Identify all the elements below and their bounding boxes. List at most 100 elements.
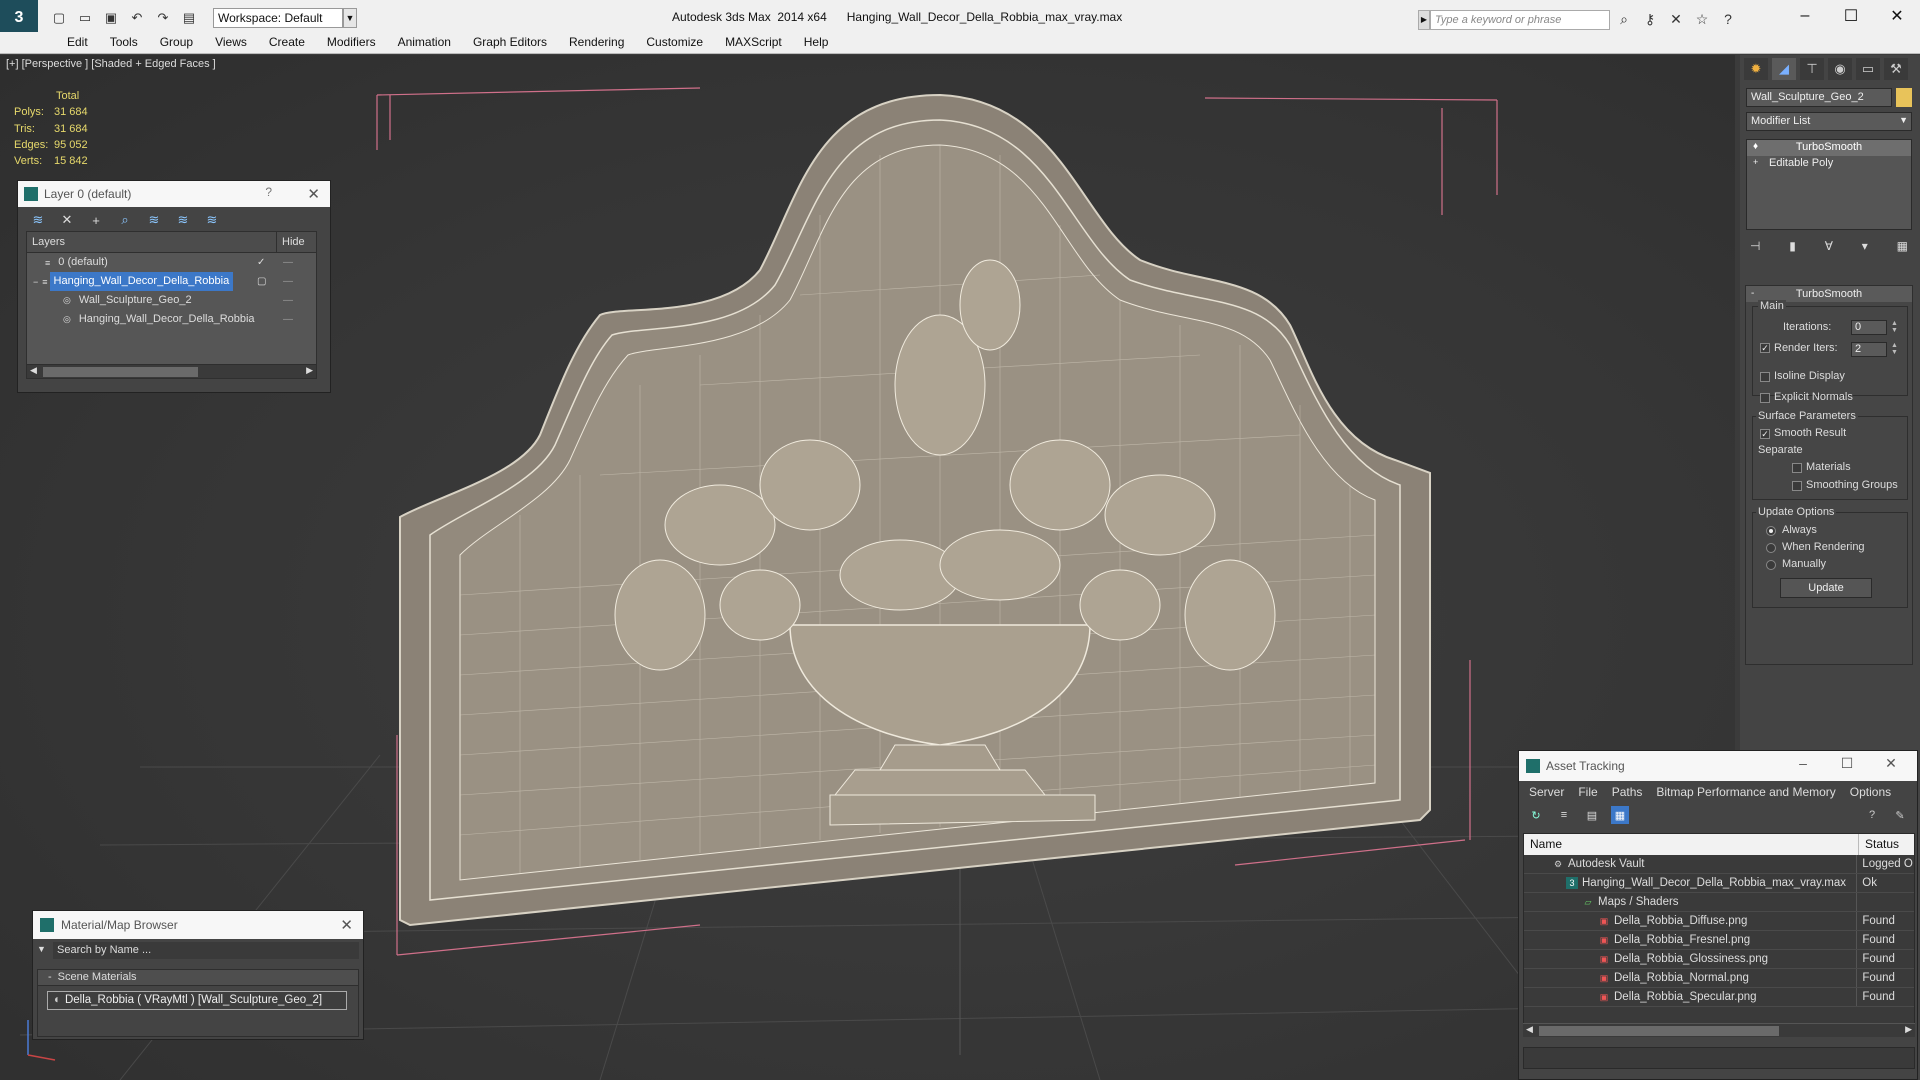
motion-tab-icon[interactable]: ◉ (1828, 58, 1852, 80)
object-color-swatch[interactable] (1896, 88, 1912, 107)
asset-tracking-titlebar[interactable]: Asset Tracking – ☐ ✕ (1519, 751, 1917, 781)
maximize-icon[interactable]: ☐ (1828, 0, 1874, 32)
hide-toggle[interactable]: — (283, 257, 293, 268)
menu-customize[interactable]: Customize (635, 32, 714, 53)
current-layer-box-icon[interactable]: ▢ (257, 276, 266, 287)
table-row[interactable]: ▱ Maps / Shaders (1524, 893, 1914, 912)
scroll-left-icon[interactable]: ◀ (30, 365, 37, 376)
help-icon[interactable]: ? (265, 185, 272, 199)
iterations-spinner[interactable]: 0 (1851, 320, 1887, 335)
column-name[interactable]: Name (1524, 834, 1859, 855)
spinner-arrows-icon[interactable]: ▲ ▼ (1891, 342, 1898, 356)
search-by-name-input[interactable]: Search by Name ... (53, 942, 359, 959)
always-radio[interactable] (1766, 526, 1776, 536)
maximize-icon[interactable]: ☐ (1825, 755, 1869, 772)
close-icon[interactable]: ✕ (340, 916, 353, 934)
modifier-stack-item[interactable]: + Editable Poly (1747, 156, 1911, 172)
redo-icon[interactable]: ↷ (152, 8, 174, 28)
column-hide[interactable]: Hide (277, 232, 310, 252)
close-icon[interactable]: ✕ (1874, 0, 1920, 32)
menu-paths[interactable]: Paths (1605, 781, 1650, 803)
remove-modifier-icon[interactable]: ▾ (1862, 239, 1868, 253)
close-icon[interactable]: ✕ (1869, 755, 1913, 772)
refresh-icon[interactable]: ↻ (1527, 806, 1545, 824)
menu-tools[interactable]: Tools (99, 32, 149, 53)
configure-modifier-sets-icon[interactable]: ▦ (1897, 239, 1908, 253)
object-name-field[interactable]: Wall_Sculpture_Geo_2 (1746, 88, 1892, 107)
table-row[interactable]: ⚙ Autodesk Vault Logged O (1524, 855, 1914, 874)
create-layer-icon[interactable]: ≋ (28, 210, 48, 230)
current-layer-check-icon[interactable]: ✓ (257, 257, 265, 268)
column-status[interactable]: Status (1859, 834, 1905, 855)
layer-panel-titlebar[interactable]: Layer 0 (default) ? ✕ (18, 181, 330, 207)
update-button[interactable]: Update (1780, 578, 1872, 598)
key-icon[interactable]: ⚷ (1640, 9, 1660, 29)
render-iters-checkbox[interactable]: ✓ (1760, 343, 1770, 353)
render-iters-spinner[interactable]: 2 (1851, 342, 1887, 357)
workspace-select[interactable]: Workspace: Default (213, 8, 343, 28)
menu-help[interactable]: Help (793, 32, 840, 53)
thumbnail-view-icon[interactable]: ▤ (1583, 806, 1601, 824)
modify-tab-icon[interactable]: ◢ (1772, 58, 1796, 80)
lightbulb-icon[interactable]: ♦ (1753, 141, 1758, 152)
scene-materials-group[interactable]: - Scene Materials (37, 969, 359, 986)
project-folder-icon[interactable]: ▤ (178, 8, 200, 28)
search-input[interactable]: Type a keyword or phrase (1430, 10, 1610, 30)
list-view-icon[interactable]: ≡ (1555, 806, 1573, 824)
menu-server[interactable]: Server (1522, 781, 1571, 803)
material-browser-titlebar[interactable]: Material/Map Browser ✕ (33, 911, 363, 939)
menu-rendering[interactable]: Rendering (558, 32, 635, 53)
table-row[interactable]: ▣ Della_Robbia_Glossiness.png Found (1524, 950, 1914, 969)
smoothing-groups-checkbox[interactable] (1792, 481, 1802, 491)
undo-icon[interactable]: ↶ (126, 8, 148, 28)
show-end-result-icon[interactable]: ▮ (1789, 239, 1796, 253)
options-menu-icon[interactable]: ▼ (37, 944, 46, 954)
menu-bitmap-performance[interactable]: Bitmap Performance and Memory (1649, 781, 1842, 803)
search-expand-icon[interactable]: ▶ (1418, 10, 1430, 30)
table-row[interactable]: ▣ Della_Robbia_Specular.png Found (1524, 988, 1914, 1007)
horizontal-scrollbar[interactable]: ◀ ▶ (27, 364, 316, 378)
table-row[interactable]: 3 Hanging_Wall_Decor_Della_Robbia_max_vra… (1524, 874, 1914, 893)
new-file-icon[interactable]: ▢ (48, 8, 70, 28)
scroll-right-icon[interactable]: ▶ (306, 365, 313, 376)
menu-group[interactable]: Group (149, 32, 204, 53)
manually-radio[interactable] (1766, 560, 1776, 570)
minimize-icon[interactable]: – (1782, 0, 1828, 32)
table-row[interactable]: ▣ Della_Robbia_Fresnel.png Found (1524, 931, 1914, 950)
display-tab-icon[interactable]: ▭ (1856, 58, 1880, 80)
star-icon[interactable]: ☆ (1692, 9, 1712, 29)
menu-views[interactable]: Views (204, 32, 258, 53)
scroll-left-icon[interactable]: ◀ (1526, 1024, 1533, 1035)
minimize-icon[interactable]: – (1781, 755, 1825, 772)
save-file-icon[interactable]: ▣ (100, 8, 122, 28)
pin-stack-icon[interactable]: ⊣ (1750, 239, 1760, 253)
table-row[interactable]: ▣ Della_Robbia_Normal.png Found (1524, 969, 1914, 988)
scroll-right-icon[interactable]: ▶ (1905, 1024, 1912, 1035)
layer-row-selected[interactable]: − ≡ Hanging_Wall_Decor_Della_Robbia ▢ — (27, 272, 316, 291)
menu-edit[interactable]: Edit (56, 32, 99, 53)
scrollbar-thumb[interactable] (1539, 1026, 1779, 1036)
freeze-all-layers-icon[interactable]: ≋ (202, 210, 222, 230)
table-view-icon[interactable]: ▦ (1611, 806, 1629, 824)
settings-icon[interactable]: ✎ (1891, 806, 1909, 824)
viewport-label[interactable]: [+] [Perspective ] [Shaded + Edged Faces… (6, 58, 216, 70)
create-tab-icon[interactable]: ✹ (1744, 58, 1768, 80)
material-item[interactable]: ◐ Della_Robbia ( VRayMtl ) [Wall_Sculptur… (47, 991, 347, 1010)
menu-options[interactable]: Options (1843, 781, 1898, 803)
modifier-stack-item[interactable]: ♦ TurboSmooth (1747, 140, 1911, 156)
menu-animation[interactable]: Animation (387, 32, 462, 53)
hide-toggle[interactable]: — (283, 276, 293, 287)
explicit-normals-checkbox[interactable] (1760, 393, 1770, 403)
column-layers[interactable]: Layers (27, 232, 277, 252)
layer-row[interactable]: ≡ 0 (default) ✓ — (27, 253, 316, 272)
hide-toggle[interactable]: — (283, 314, 293, 325)
table-row[interactable]: ▣ Della_Robbia_Diffuse.png Found (1524, 912, 1914, 931)
menu-maxscript[interactable]: MAXScript (714, 32, 793, 53)
when-rendering-radio[interactable] (1766, 543, 1776, 553)
smooth-result-checkbox[interactable]: ✓ (1760, 429, 1770, 439)
collapse-icon[interactable]: - (48, 971, 52, 983)
collapse-icon[interactable]: - (1751, 286, 1754, 302)
spinner-arrows-icon[interactable]: ▲ ▼ (1891, 320, 1898, 334)
layer-row[interactable]: ◎ Wall_Sculpture_Geo_2 — (27, 291, 316, 310)
hide-toggle[interactable]: — (283, 295, 293, 306)
